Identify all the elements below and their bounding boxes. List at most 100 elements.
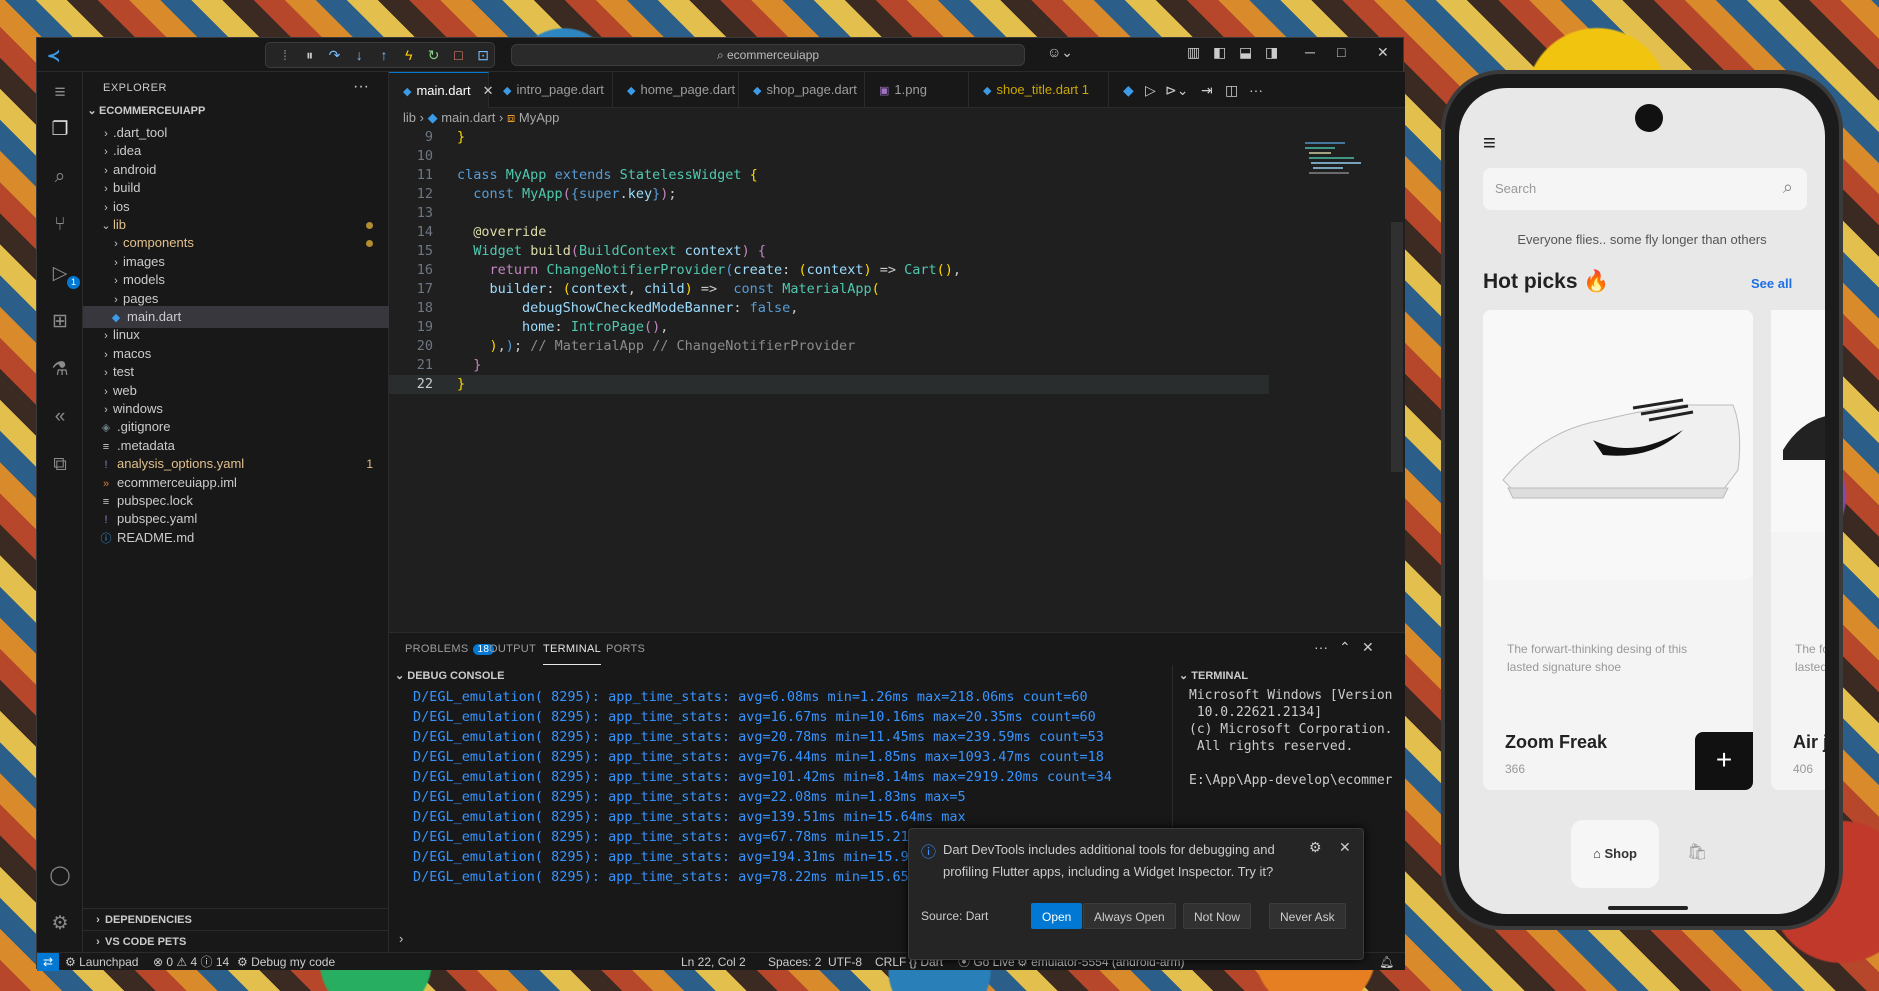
- never-ask-button[interactable]: Never Ask: [1269, 903, 1346, 929]
- dependencies-section[interactable]: › DEPENDENCIES: [83, 908, 389, 930]
- terminal-header[interactable]: ⌄ TERMINAL: [1179, 669, 1248, 682]
- debug-line: D/EGL_emulation( 8295): app_time_stats: …: [413, 829, 958, 845]
- breadcrumb-file[interactable]: main.dart: [441, 110, 495, 125]
- debug-console-header[interactable]: ⌄ DEBUG CONSOLE: [395, 669, 504, 682]
- cursor-position[interactable]: Ln 22, Col 2: [681, 953, 746, 971]
- launchpad-item[interactable]: ⚙ Launchpad: [65, 953, 138, 971]
- search-bar[interactable]: Search ⌕: [1483, 168, 1807, 210]
- tab-problems[interactable]: PROBLEMS 18: [405, 633, 495, 665]
- flutter-icon[interactable]: «: [45, 402, 75, 432]
- always-open-button[interactable]: Always Open: [1083, 903, 1176, 929]
- explorer-icon[interactable]: ❐: [45, 114, 75, 144]
- tab-intro-page[interactable]: ◆ intro_page.dart: [489, 72, 613, 108]
- tab-output[interactable]: OUTPUT: [489, 633, 536, 665]
- product-card[interactable]: The forwart-thinking desing of this last…: [1483, 310, 1753, 790]
- problems-status[interactable]: ⊗ 0 ⚠ 4 ⓘ 14: [153, 953, 229, 971]
- maximize-panel-icon[interactable]: ⌃: [1339, 639, 1351, 656]
- workspace-root[interactable]: ⌄ ECOMMERCEUIAPP: [83, 100, 389, 122]
- drag-handle-icon[interactable]: ⁞: [274, 47, 296, 63]
- indentation[interactable]: Spaces: 2: [768, 953, 821, 971]
- panel-more-icon[interactable]: ···: [1314, 639, 1328, 655]
- dart-file-icon: ◆: [627, 85, 636, 97]
- tab-main-dart[interactable]: ◆ main.dart ✕: [389, 72, 494, 108]
- open-devtools-icon[interactable]: ⇥: [1201, 82, 1213, 99]
- layout-icon[interactable]: ▥: [1187, 44, 1200, 61]
- open-button[interactable]: Open: [1031, 903, 1083, 929]
- toggle-secondary-icon[interactable]: ◨: [1265, 44, 1278, 61]
- nav-cart-icon[interactable]: 🛍︎: [1687, 842, 1707, 862]
- product-card[interactable]: The fo lasted Air j 406: [1771, 310, 1825, 790]
- split-editor-icon[interactable]: ◫: [1225, 82, 1238, 99]
- run-debug-icon[interactable]: ▷ 1: [45, 258, 81, 289]
- debug-line: D/EGL_emulation( 8295): app_time_stats: …: [413, 869, 958, 885]
- nav-shop-button[interactable]: ⌂ Shop: [1571, 820, 1659, 888]
- breadcrumb-symbol[interactable]: MyApp: [519, 110, 559, 125]
- toggle-sidebar-icon[interactable]: ◧: [1213, 44, 1226, 61]
- command-center-search[interactable]: ⌕ ecommerceuiapp: [511, 44, 1025, 66]
- menu-icon[interactable]: ≡: [45, 78, 75, 108]
- tab-image[interactable]: ▣ 1.png: [865, 72, 969, 108]
- shoe-image: [1502, 398, 1741, 499]
- inspector-icon[interactable]: ⊡: [472, 47, 494, 64]
- breadcrumb-lib[interactable]: lib: [403, 110, 416, 125]
- notification-close-icon[interactable]: ✕: [1339, 839, 1351, 856]
- minimap[interactable]: [1305, 142, 1385, 182]
- line-number: 11: [416, 167, 433, 183]
- add-to-cart-button[interactable]: +: [1695, 732, 1753, 790]
- line-ending[interactable]: CRLF: [875, 953, 906, 971]
- tab-shop-page[interactable]: ◆ shop_page.dart: [739, 72, 865, 108]
- tree-item-label: pubspec.yaml: [117, 511, 198, 527]
- tree-item-label: main.dart: [127, 309, 182, 324]
- pets-section[interactable]: › VS CODE PETS: [83, 930, 389, 952]
- flutter-tab-icon[interactable]: ◆: [1123, 82, 1134, 99]
- step-over-icon[interactable]: ↷: [324, 47, 346, 64]
- step-into-icon[interactable]: ↓: [348, 47, 370, 63]
- copilot-icon[interactable]: ☺⌄: [1047, 44, 1073, 61]
- tree-item-label: pages: [123, 290, 159, 306]
- tab-home-page[interactable]: ◆ home_page.dart: [613, 72, 739, 108]
- testing-icon[interactable]: ⚗: [45, 354, 75, 384]
- tree-item-label: analysis_options.yaml: [117, 456, 245, 472]
- stop-icon[interactable]: □: [447, 47, 469, 63]
- tree-item-label: web: [113, 382, 137, 398]
- tab-shoe-title[interactable]: ◆ shoe_title.dart 1: [969, 72, 1109, 108]
- source-control-icon[interactable]: ⑂: [45, 210, 75, 240]
- maximize-icon[interactable]: □: [1337, 44, 1345, 60]
- search-icon[interactable]: ⌕: [45, 162, 75, 192]
- account-icon[interactable]: ◯: [45, 860, 75, 890]
- notification-settings-icon[interactable]: ⚙: [1309, 839, 1322, 856]
- step-out-icon[interactable]: ↑: [373, 47, 395, 63]
- close-panel-icon[interactable]: ✕: [1362, 639, 1374, 656]
- tree-item-label: windows: [113, 401, 163, 416]
- toggle-panel-icon[interactable]: ⬓: [1239, 44, 1252, 61]
- restart-icon[interactable]: ↻: [423, 47, 445, 64]
- editor-more-icon[interactable]: ···: [1249, 82, 1263, 98]
- notifications-bell-icon[interactable]: 🔔︎: [1379, 953, 1394, 971]
- minimize-icon[interactable]: ─: [1305, 44, 1315, 60]
- terminal-line: All rights reserved.: [1189, 739, 1354, 754]
- extensions-icon[interactable]: ⊞: [45, 306, 75, 336]
- hot-reload-icon[interactable]: ϟ: [398, 47, 420, 63]
- remote-indicator-icon[interactable]: ⇄: [37, 953, 59, 971]
- tab-terminal[interactable]: TERMINAL: [543, 633, 602, 665]
- close-window-icon[interactable]: ✕: [1377, 44, 1389, 61]
- not-now-button[interactable]: Not Now: [1183, 903, 1252, 929]
- tab-ports[interactable]: PORTS: [606, 633, 645, 665]
- console-input-prompt-icon[interactable]: ›: [399, 931, 403, 946]
- explorer-more-icon[interactable]: ···: [353, 78, 369, 96]
- debug-line: D/EGL_emulation( 8295): app_time_stats: …: [413, 749, 1104, 765]
- remote-explorer-icon[interactable]: ⧉: [45, 450, 75, 480]
- see-all-link[interactable]: See all: [1751, 276, 1792, 291]
- product-description: The fo: [1795, 642, 1825, 656]
- settings-gear-icon[interactable]: ⚙: [45, 908, 75, 938]
- run-debug-dropdown-icon[interactable]: ⊳⌄: [1165, 82, 1188, 99]
- run-icon[interactable]: ▷: [1145, 82, 1156, 99]
- product-description-2: lasted signature shoe: [1507, 660, 1622, 674]
- encoding[interactable]: UTF-8: [828, 953, 862, 971]
- hamburger-menu-icon[interactable]: ≡: [1483, 130, 1496, 156]
- debug-status[interactable]: ⚙ Debug my code: [237, 953, 335, 971]
- editor-scrollbar[interactable]: [1391, 222, 1403, 472]
- pause-icon[interactable]: ⏸: [299, 47, 321, 64]
- tree-item[interactable]: ⓘ README.md: [83, 527, 389, 549]
- product-price: 406: [1793, 762, 1814, 776]
